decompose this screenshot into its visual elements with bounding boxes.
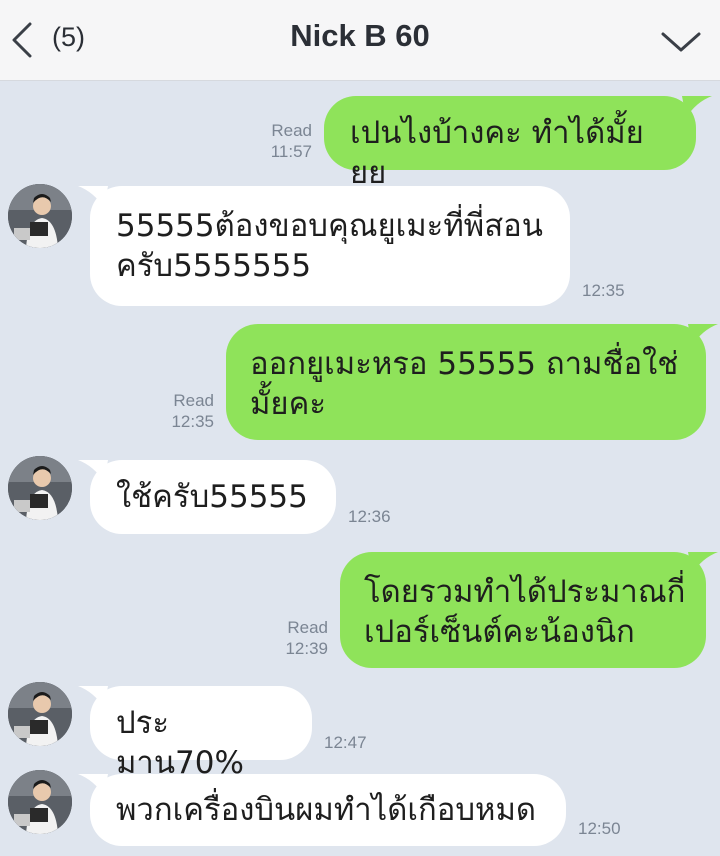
avatar[interactable]: [8, 456, 72, 520]
message-time: 12:35: [582, 281, 625, 300]
read-status: Read: [271, 121, 312, 140]
message-time: 12:39: [285, 639, 328, 658]
message-time: 12:36: [348, 507, 391, 526]
chat-title: Nick B 60: [290, 18, 430, 53]
bubble-tail: [688, 552, 718, 574]
avatar[interactable]: [8, 184, 72, 248]
message-bubble[interactable]: โดยรวมทำได้ประมาณกี่ เปอร์เซ็นต์คะน้องนิ…: [340, 552, 706, 668]
avatar[interactable]: [8, 770, 72, 834]
read-status: Read: [173, 391, 214, 410]
message-time: 12:50: [578, 819, 621, 838]
message-time: 11:57: [270, 142, 312, 161]
message-bubble[interactable]: ใช้ครับ55555: [90, 460, 336, 534]
message-bubble[interactable]: ประมาน70%: [90, 686, 312, 781]
bubble-tail: [688, 324, 718, 346]
bubble-tail: [682, 96, 712, 118]
read-status: Read: [287, 618, 328, 637]
chat-header: (5) Nick B 60: [0, 0, 720, 81]
avatar[interactable]: [8, 682, 72, 746]
message-bubble[interactable]: 55555ต้องขอบคุณยูเมะที่พี่สอน ครับ555555…: [90, 186, 570, 306]
chevron-down-icon[interactable]: [660, 26, 702, 56]
message-bubble[interactable]: ออกยูเมะหรอ 55555 ถามชื่อใช่ มั้ยคะ: [226, 324, 706, 440]
message-bubble[interactable]: เปนไงบ้างคะ ทำได้มั้ยยย: [324, 96, 696, 191]
message-bubble[interactable]: พวกเครื่องบินผมทำได้เกือบหมด: [90, 774, 566, 846]
message-time: 12:47: [324, 733, 367, 752]
message-time: 12:35: [171, 412, 214, 431]
